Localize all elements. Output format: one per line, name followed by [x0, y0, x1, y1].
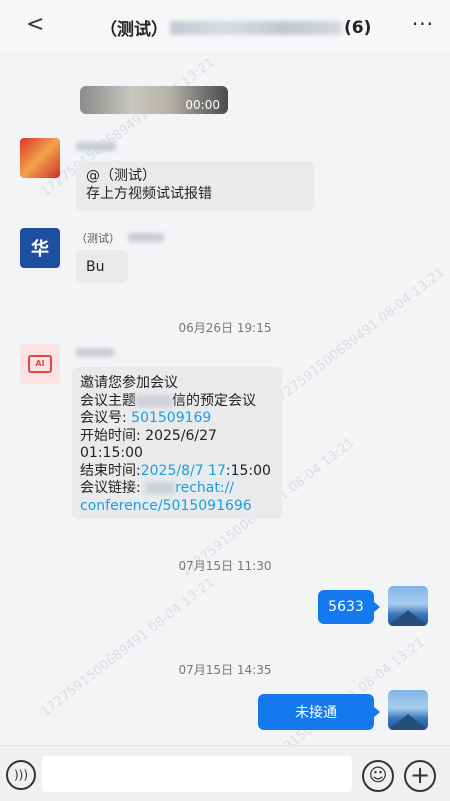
invite-end-time: 结束时间:2025/8/7 17:15:00: [80, 462, 271, 479]
input-bar: ))) ☺ +: [0, 745, 450, 801]
message-text: Bu: [86, 259, 105, 275]
timestamp: 07月15日 11:30: [178, 559, 272, 573]
timestamp: 07月15日 14:35: [178, 663, 272, 677]
meeting-link[interactable]: conference/5015091696: [80, 498, 274, 516]
voice-icon[interactable]: ))): [6, 760, 36, 790]
chat-header: < （测试） (6) ···: [0, 0, 450, 50]
emoji-icon[interactable]: ☺: [362, 760, 394, 792]
back-icon[interactable]: <: [26, 12, 44, 37]
message-line: 存上方视频试试报错: [86, 186, 212, 202]
my-avatar[interactable]: [388, 586, 428, 626]
avatar[interactable]: 华: [20, 228, 60, 268]
message-line: @（测试）: [86, 168, 156, 184]
meeting-link[interactable]: rechat://: [175, 480, 234, 496]
avatar[interactable]: AI: [20, 344, 60, 384]
sender-prefix: （测试）: [76, 232, 120, 245]
ai-robot-icon: AI: [28, 355, 52, 373]
watermark-text: 1727591500689491 08-04 13:21: [38, 575, 218, 720]
invite-link-line: 会议链接: rechat://: [80, 480, 235, 496]
redacted-text: [136, 394, 172, 407]
meeting-id-link[interactable]: 501509169: [131, 410, 211, 426]
invite-meeting-id: 会议号: 501509169: [80, 410, 212, 426]
invite-line: 01:15:00: [80, 445, 143, 461]
chat-title: （测试） (6): [100, 15, 372, 41]
more-icon[interactable]: ···: [412, 12, 434, 36]
mountain-icon: [388, 714, 428, 730]
message-bubble[interactable]: Bu: [76, 250, 128, 283]
avatar-initial: 华: [31, 239, 49, 260]
video-duration: 00:00: [185, 98, 220, 112]
member-count: (6): [344, 17, 372, 38]
redacted-sender-name: [76, 142, 116, 151]
message-bubble[interactable]: @（测试） 存上方视频试试报错: [76, 161, 314, 211]
invite-subject: 会议主题 信的预定会议: [80, 392, 256, 409]
message-input[interactable]: [42, 756, 352, 792]
redacted-sender-name: [76, 348, 114, 357]
timestamp: 06月26日 19:15: [178, 321, 272, 335]
redacted-group-name: [170, 20, 342, 35]
avatar[interactable]: [20, 138, 60, 178]
title-prefix: （测试）: [100, 20, 168, 40]
video-message[interactable]: 00:00: [80, 86, 228, 114]
watermark-text: 1727591500689491 08-04 13:21: [268, 265, 448, 410]
my-message-bubble[interactable]: 5633: [318, 590, 380, 624]
message-text: 未接通: [295, 705, 337, 721]
invite-line: 开始时间: 2025/6/27: [80, 427, 217, 444]
redacted-sender-name: [128, 233, 164, 242]
invite-line: 邀请您参加会议: [80, 375, 178, 391]
plus-icon[interactable]: +: [404, 760, 436, 792]
call-status-bubble[interactable]: 未接通: [258, 694, 380, 730]
redacted-text: [145, 482, 176, 494]
my-avatar[interactable]: [388, 690, 428, 730]
mountain-icon: [388, 610, 428, 626]
meeting-invite-bubble[interactable]: 邀请您参加会议 会议主题 信的预定会议 会议号: 501509169 开始时间: …: [72, 367, 282, 519]
sender-name: （测试）: [76, 230, 120, 246]
message-text: 5633: [328, 599, 364, 615]
end-time-link[interactable]: 2025/8/7 17: [141, 463, 226, 479]
